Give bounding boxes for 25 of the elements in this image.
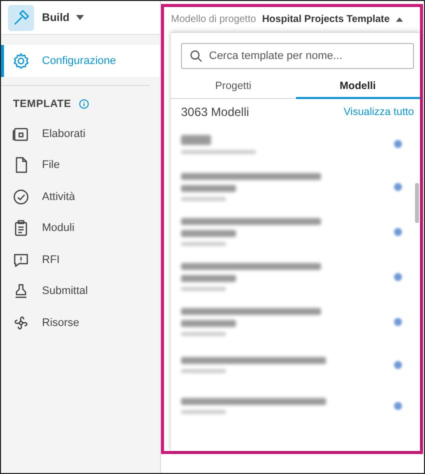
- check-circle-icon: [12, 188, 30, 206]
- clipboard-icon: [12, 219, 30, 238]
- template-count: 3063 Modelli: [181, 105, 250, 119]
- search-icon: [190, 50, 202, 62]
- product-menu[interactable]: Build: [42, 12, 84, 24]
- fan-icon: [12, 314, 30, 332]
- hammer-icon[interactable]: [8, 4, 34, 30]
- info-icon[interactable]: [79, 99, 90, 109]
- sidebar-item[interactable]: Moduli: [1, 212, 160, 244]
- search-field[interactable]: Cerca template per nome...: [181, 43, 414, 69]
- caret-icon[interactable]: [76, 15, 84, 20]
- sidebar-item[interactable]: File: [1, 150, 160, 181]
- sidebar-item[interactable]: Submittal: [1, 276, 160, 307]
- sidebar-item[interactable]: Elaborati: [1, 118, 160, 150]
- sidebar-item[interactable]: Attività: [1, 181, 160, 212]
- template-selector[interactable]: Hospital Projects Template: [262, 14, 390, 25]
- sidebar-item[interactable]: Risorse: [1, 307, 160, 338]
- settings-icon: [12, 52, 30, 70]
- tab[interactable]: Modelli: [296, 75, 420, 99]
- section-heading: TEMPLATE: [13, 98, 72, 110]
- tab[interactable]: Progetti: [171, 75, 296, 99]
- sidebar-item[interactable]: RFI: [1, 244, 160, 276]
- scrollbar[interactable]: [415, 183, 419, 223]
- field-label: Modello di progetto: [171, 14, 256, 25]
- caret-icon[interactable]: [396, 17, 403, 22]
